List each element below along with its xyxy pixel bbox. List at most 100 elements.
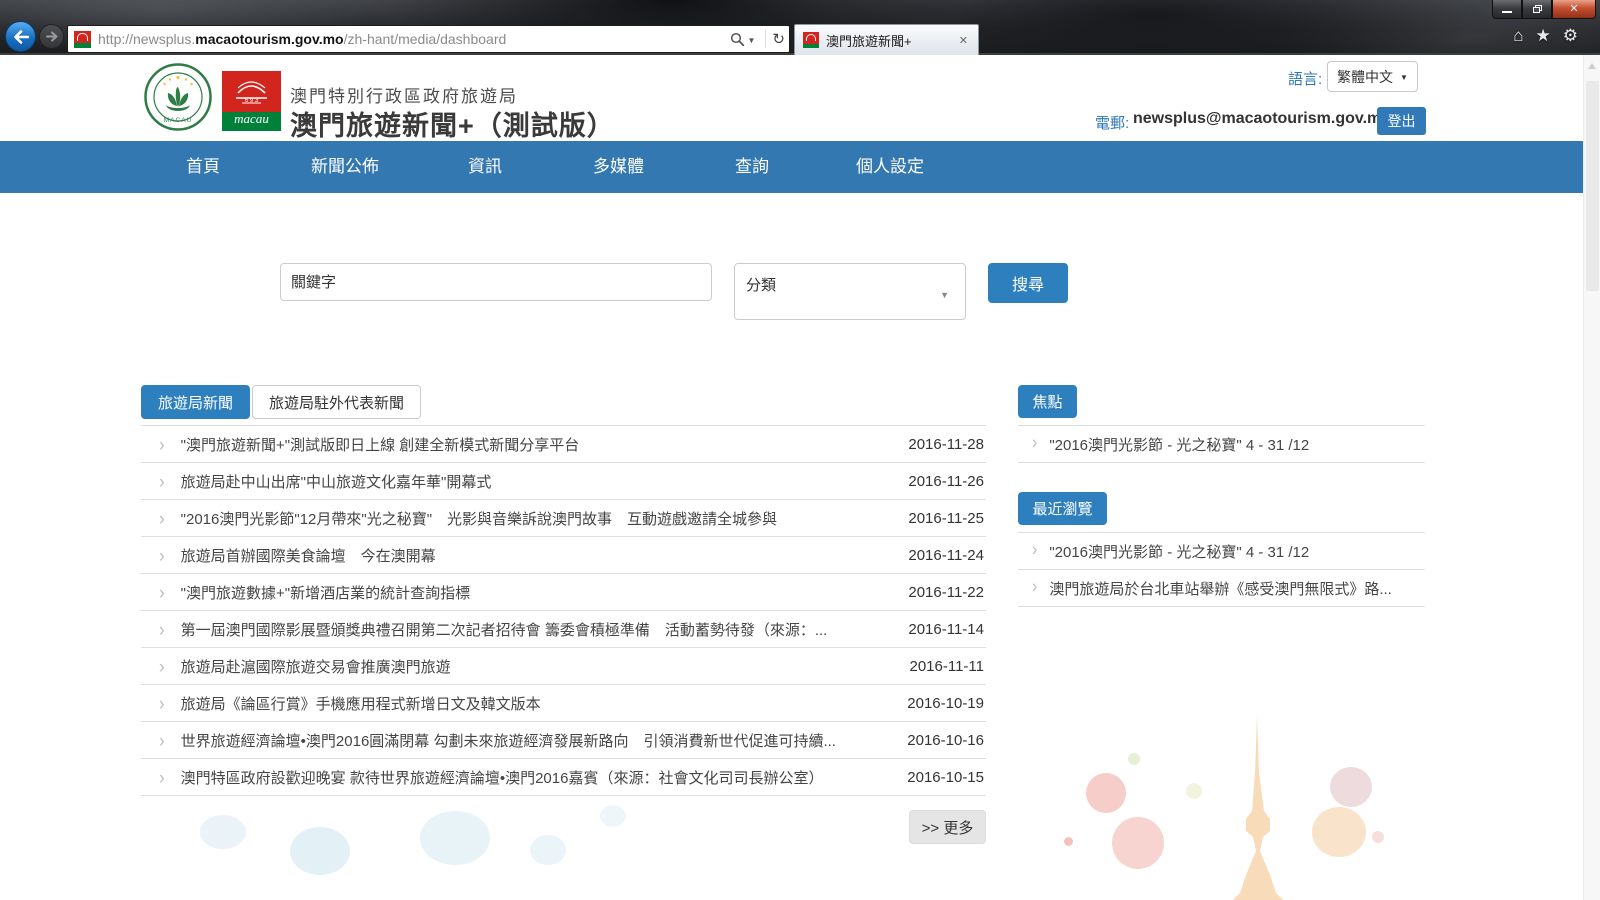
chevron-right-icon: › [159, 547, 165, 564]
tab-favicon [803, 32, 819, 48]
site-header: MACAU 6 9 3 macau 澳門特別行政區政府旅遊局 澳門旅遊新聞+（測… [0, 55, 1583, 141]
news-date: 2016-11-28 [908, 436, 984, 453]
news-row[interactable]: › "澳門旅遊數據+"新增酒店業的統計查詢指標 2016-11-22 [141, 573, 986, 610]
nav-item-news[interactable]: 新聞公佈 [311, 141, 379, 193]
chevron-right-icon: › [159, 769, 165, 786]
news-date: 2016-10-16 [907, 732, 984, 749]
macau-tower-illustration [1226, 715, 1290, 900]
language-dropdown[interactable]: 繁體中文 ▼ [1327, 61, 1418, 92]
favorites-star-icon[interactable]: ★ [1536, 27, 1551, 44]
svg-text:macau: macau [234, 111, 269, 126]
tab-overseas-rep-news[interactable]: 旅遊局駐外代表新聞 [252, 385, 421, 419]
news-title: 澳門特區政府設歡迎晚宴 款待世界旅遊經濟論壇•澳門2016嘉賓（來源：社會文化司… [181, 767, 986, 788]
news-date: 2016-11-11 [909, 658, 984, 675]
window-controls: ✕ [1492, 0, 1596, 19]
watercolor-splash [1330, 767, 1372, 807]
news-row[interactable]: › 旅遊局《論區行賞》手機應用程式新增日文及韓文版本 2016-10-19 [141, 684, 986, 721]
back-arrow-icon [13, 30, 29, 44]
news-title: 旅遊局《論區行賞》手機應用程式新增日文及韓文版本 [181, 693, 986, 714]
chevron-right-icon: › [159, 732, 165, 749]
category-select[interactable]: 分類 ▼ [734, 263, 966, 320]
mgto-logo: 6 9 3 macau [222, 71, 281, 131]
more-button[interactable]: >> 更多 [909, 810, 986, 844]
search-dropdown-icon[interactable]: ▼ [748, 36, 756, 45]
recent-item[interactable]: › 澳門旅遊局於台北車站舉辦《感受澳門無限式》路... [1018, 569, 1425, 606]
language-label: 語言: [1288, 68, 1322, 89]
chevron-right-icon: › [1032, 580, 1037, 596]
browser-tab[interactable]: 澳門旅遊新聞+ ✕ [794, 24, 979, 55]
keyword-input[interactable] [280, 263, 712, 301]
news-list: › "澳門旅遊新聞+"測試版即日上線 創建全新模式新聞分享平台 2016-11-… [141, 425, 986, 796]
news-title: 旅遊局首辦國際美食論壇 今在澳開幕 [181, 545, 986, 566]
news-date: 2016-10-15 [907, 769, 984, 786]
scrollbar-up-arrow-icon[interactable] [1588, 63, 1596, 69]
news-row[interactable]: › 旅遊局赴中山出席"中山旅遊文化嘉年華"開幕式 2016-11-26 [141, 462, 986, 499]
chevron-right-icon: › [159, 473, 165, 490]
restore-button[interactable] [1522, 0, 1552, 19]
news-date: 2016-11-26 [908, 473, 984, 490]
close-window-button[interactable]: ✕ [1552, 0, 1596, 19]
nav-item-personal-settings[interactable]: 個人設定 [856, 141, 924, 193]
news-row[interactable]: › "2016澳門光影節"12月帶來"光之秘寶" 光影與音樂訴說澳門故事 互動遊… [141, 499, 986, 536]
home-icon[interactable]: ⌂ [1513, 27, 1523, 44]
url-prefix: http://newsplus. [98, 31, 195, 47]
news-row[interactable]: › "澳門旅遊新聞+"測試版即日上線 創建全新模式新聞分享平台 2016-11-… [141, 425, 986, 462]
search-button[interactable]: 搜尋 [988, 263, 1068, 303]
address-divider [765, 30, 766, 48]
focus-item[interactable]: › "2016澳門光影節 - 光之秘寶" 4 - 31 /12 [1018, 425, 1425, 462]
logout-button[interactable]: 登出 [1377, 107, 1426, 135]
news-row[interactable]: › 世界旅遊經濟論壇•澳門2016圓滿閉幕 勾劃未來旅遊經濟發展新路向 引領消費… [141, 721, 986, 758]
watercolor-splash [1312, 807, 1366, 857]
nav-item-home[interactable]: 首頁 [186, 141, 220, 193]
screen: ✕ http://newsplus.macaotourism.gov.mo/zh… [0, 0, 1600, 900]
scrollbar-thumb[interactable] [1586, 81, 1599, 291]
chevron-right-icon: › [1032, 436, 1037, 452]
restore-icon [1533, 5, 1542, 13]
address-bar[interactable]: http://newsplus.macaotourism.gov.mo/zh-h… [67, 25, 790, 53]
settings-gear-icon[interactable]: ⚙ [1563, 27, 1578, 44]
svg-text:MACAU: MACAU [164, 117, 192, 124]
minimize-button[interactable] [1492, 0, 1522, 19]
news-row[interactable]: › 第一屆澳門國際影展暨頒獎典禮召開第二次記者招待會 籌委會積極準備 活動蓄勢待… [141, 610, 986, 647]
category-label: 分類 [746, 274, 776, 295]
watercolor-splash [530, 835, 566, 865]
tab-mgto-news[interactable]: 旅遊局新聞 [141, 385, 250, 419]
recent-item-title: "2016澳門光影節 - 光之秘寶" 4 - 31 /12 [1049, 541, 1309, 562]
watercolor-splash [1128, 753, 1140, 765]
search-icon[interactable] [730, 32, 745, 47]
url-text[interactable]: http://newsplus.macaotourism.gov.mo/zh-h… [98, 31, 730, 47]
watercolor-splash [600, 805, 626, 827]
news-row[interactable]: › 旅遊局首辦國際美食論壇 今在澳開幕 2016-11-24 [141, 536, 986, 573]
page-scrollbar[interactable] [1583, 55, 1600, 900]
news-date: 2016-11-24 [908, 547, 984, 564]
chevron-right-icon: › [159, 510, 165, 527]
nav-item-info[interactable]: 資訊 [468, 141, 502, 193]
focus-section-header: 焦點 [1018, 385, 1077, 418]
tab-title: 澳門旅遊新聞+ [826, 31, 957, 50]
news-title: 旅遊局赴滬國際旅遊交易會推廣澳門旅遊 [181, 656, 986, 677]
tab-close-icon[interactable]: ✕ [957, 34, 970, 47]
address-bar-icons: ▼ ↻ [730, 30, 786, 48]
news-title: 旅遊局赴中山出席"中山旅遊文化嘉年華"開幕式 [181, 471, 986, 492]
watercolor-splash [1112, 817, 1164, 869]
news-title: 第一屆澳門國際影展暨頒獎典禮召開第二次記者招待會 籌委會積極準備 活動蓄勢待發（… [181, 619, 986, 640]
browser-forward-button[interactable] [39, 24, 64, 49]
watercolor-splash [1186, 783, 1202, 799]
browser-back-button[interactable] [5, 21, 36, 52]
watercolor-splash [1372, 831, 1384, 843]
news-row[interactable]: › 澳門特區政府設歡迎晚宴 款待世界旅遊經濟論壇•澳門2016嘉賓（來源：社會文… [141, 758, 986, 795]
news-row[interactable]: › 旅遊局赴滬國際旅遊交易會推廣澳門旅遊 2016-11-11 [141, 647, 986, 684]
chevron-right-icon: › [159, 658, 165, 675]
nav-item-enquiry[interactable]: 查詢 [735, 141, 769, 193]
chevron-right-icon: › [159, 621, 165, 638]
recent-item[interactable]: › "2016澳門光影節 - 光之秘寶" 4 - 31 /12 [1018, 532, 1425, 569]
language-value: 繁體中文 [1337, 67, 1393, 87]
chevron-down-icon: ▼ [1400, 73, 1408, 82]
news-title: "澳門旅遊新聞+"測試版即日上線 創建全新模式新聞分享平台 [181, 434, 986, 455]
refresh-icon[interactable]: ↻ [772, 30, 785, 48]
url-domain: macaotourism.gov.mo [195, 31, 343, 47]
watercolor-splash [420, 811, 490, 865]
nav-item-multimedia[interactable]: 多媒體 [593, 141, 644, 193]
email-label: 電郵: [1095, 112, 1129, 133]
page: MACAU 6 9 3 macau 澳門特別行政區政府旅遊局 澳門旅遊新聞+（測… [0, 55, 1583, 900]
